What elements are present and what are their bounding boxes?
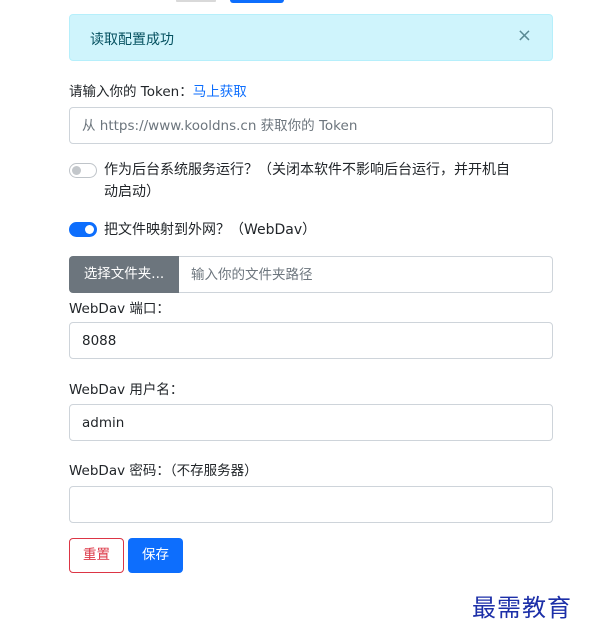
token-input[interactable] — [69, 107, 553, 144]
webdav-toggle-label: 把文件映射到外网？（WebDav） — [104, 222, 317, 238]
password-label: WebDav 密码：（不存服务器） — [69, 463, 258, 479]
port-label: WebDav 端口： — [69, 301, 170, 317]
username-label: WebDav 用户名： — [69, 382, 184, 398]
watermark-logo: 最需教育 — [472, 594, 572, 622]
service-toggle[interactable] — [69, 163, 97, 178]
service-toggle-label: 作为后台系统服务运行？（关闭本软件不影响后台运行，并开机自 动启动） — [104, 159, 510, 203]
choose-folder-button[interactable]: 选择文件夹... — [69, 256, 179, 293]
service-label-line2: 动启动） — [104, 184, 160, 200]
reset-button[interactable]: 重置 — [69, 538, 124, 573]
folder-path-input[interactable] — [179, 256, 553, 293]
toggle-knob — [72, 166, 81, 175]
cropped-text — [176, 0, 216, 2]
close-icon[interactable]: × — [517, 27, 532, 45]
token-label: 请输入你的 Token：马上获取 — [69, 80, 247, 100]
cropped-top-row — [120, 0, 284, 4]
webdav-toggle[interactable] — [69, 222, 97, 237]
username-input[interactable] — [69, 404, 553, 441]
password-input[interactable] — [69, 486, 553, 523]
toggle-knob — [85, 225, 94, 234]
alert-message: 读取配置成功 — [90, 32, 174, 48]
get-token-link[interactable]: 马上获取 — [193, 84, 247, 100]
folder-input-group: 选择文件夹... — [69, 256, 553, 293]
service-label-line1: 作为后台系统服务运行？（关闭本软件不影响后台运行，并开机自 — [104, 162, 510, 178]
success-alert: 读取配置成功 × — [69, 14, 553, 61]
cropped-button[interactable] — [230, 0, 284, 3]
port-input[interactable] — [69, 322, 553, 359]
save-button[interactable]: 保存 — [128, 538, 183, 573]
token-label-text: 请输入你的 Token： — [69, 84, 193, 100]
